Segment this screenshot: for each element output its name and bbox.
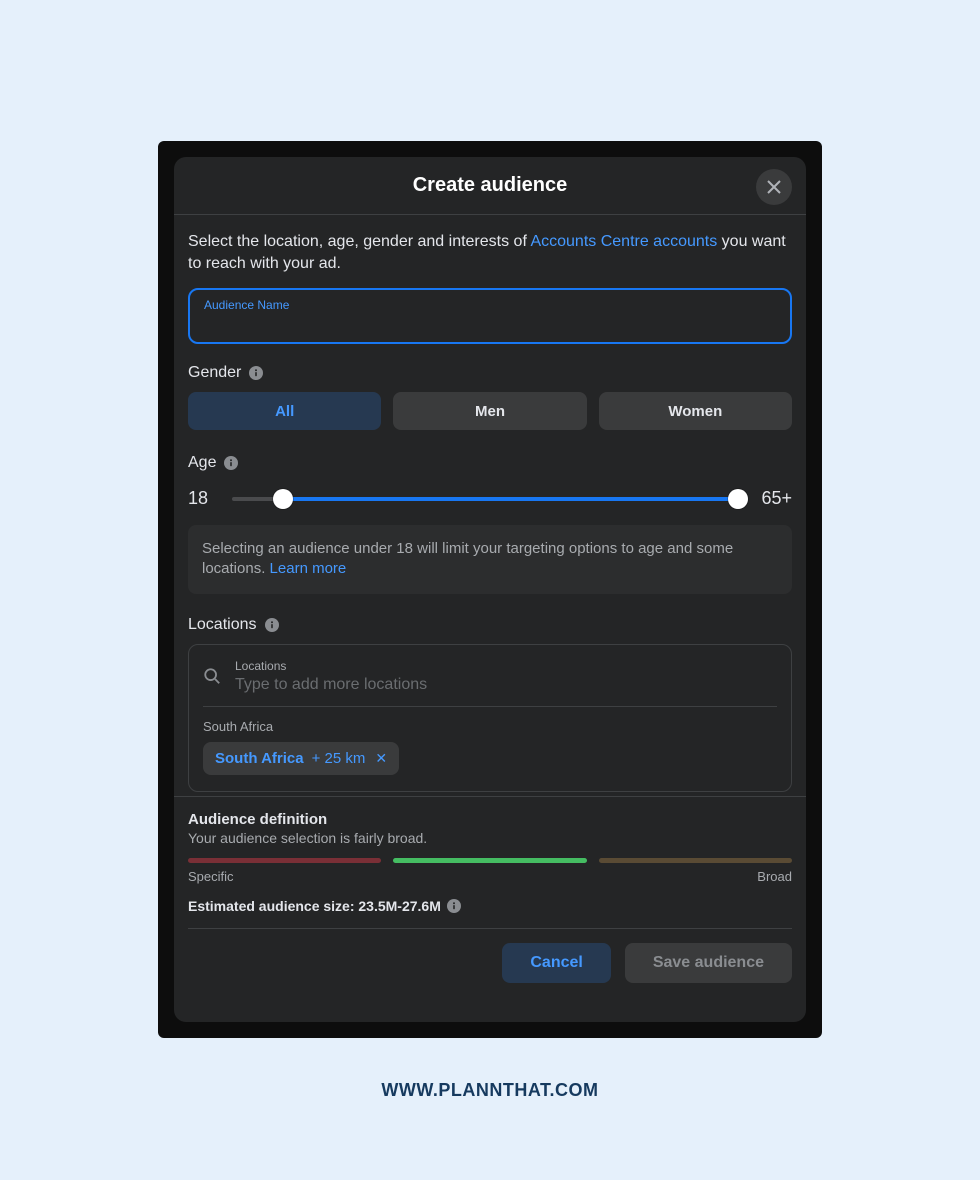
search-icon bbox=[203, 667, 221, 685]
age-range-slider[interactable] bbox=[232, 489, 745, 509]
accounts-centre-link[interactable]: Accounts Centre accounts bbox=[530, 233, 717, 250]
gender-label-row: Gender bbox=[188, 364, 792, 382]
locations-field-label: Locations bbox=[235, 659, 777, 673]
info-icon[interactable] bbox=[224, 456, 238, 470]
age-note: Selecting an audience under 18 will limi… bbox=[188, 525, 792, 594]
location-country-label: South Africa bbox=[203, 719, 777, 734]
location-chip: South Africa + 25 km ✕ bbox=[203, 742, 399, 775]
audience-name-input[interactable] bbox=[204, 312, 776, 331]
learn-more-link[interactable]: Learn more bbox=[270, 560, 347, 577]
locations-search-row: Locations bbox=[203, 655, 777, 707]
bar-specific bbox=[188, 858, 381, 863]
estimated-size-text: Estimated audience size: 23.5M-27.6M bbox=[188, 898, 441, 914]
age-label-row: Age bbox=[188, 454, 792, 472]
age-slider-row: 18 65+ bbox=[188, 488, 792, 509]
definition-bars bbox=[188, 858, 792, 863]
slider-thumb-min[interactable] bbox=[273, 489, 293, 509]
slider-thumb-max[interactable] bbox=[728, 489, 748, 509]
gender-segmented: All Men Women bbox=[188, 392, 792, 430]
modal-title: Create audience bbox=[413, 174, 568, 197]
label-specific: Specific bbox=[188, 869, 234, 884]
audience-name-field[interactable]: Audience Name bbox=[188, 288, 792, 344]
desc-pre: Select the location, age, gender and int… bbox=[188, 233, 530, 250]
close-button[interactable] bbox=[756, 169, 792, 205]
bar-broad bbox=[599, 858, 792, 863]
locations-label-row: Locations bbox=[188, 616, 792, 634]
label-broad: Broad bbox=[757, 869, 792, 884]
gender-all-button[interactable]: All bbox=[188, 392, 381, 430]
info-icon[interactable] bbox=[249, 366, 263, 380]
locations-box: Locations South Africa South Africa + 25… bbox=[188, 644, 792, 792]
chip-remove-button[interactable]: ✕ bbox=[375, 750, 387, 767]
age-min-value: 18 bbox=[188, 488, 216, 509]
gender-men-button[interactable]: Men bbox=[393, 392, 586, 430]
modal-body: Select the location, age, gender and int… bbox=[174, 215, 806, 796]
chip-radius: + 25 km bbox=[312, 750, 366, 767]
create-audience-modal: Create audience Select the location, age… bbox=[174, 157, 806, 1022]
cancel-button[interactable]: Cancel bbox=[502, 943, 610, 983]
locations-label: Locations bbox=[188, 616, 257, 634]
age-max-value: 65+ bbox=[761, 488, 792, 509]
close-icon bbox=[766, 179, 782, 195]
modal-header: Create audience bbox=[174, 157, 806, 215]
estimated-size: Estimated audience size: 23.5M-27.6M bbox=[188, 898, 792, 914]
locations-input-col: Locations bbox=[235, 659, 777, 694]
save-audience-button[interactable]: Save audience bbox=[625, 943, 792, 983]
screenshot-frame: Create audience Select the location, age… bbox=[158, 141, 822, 1038]
gender-label: Gender bbox=[188, 364, 241, 382]
modal-description: Select the location, age, gender and int… bbox=[188, 231, 792, 274]
slider-fill bbox=[283, 497, 737, 501]
button-row: Cancel Save audience bbox=[188, 928, 792, 983]
modal-footer: Audience definition Your audience select… bbox=[174, 796, 806, 999]
audience-name-label: Audience Name bbox=[204, 298, 776, 312]
locations-input[interactable] bbox=[235, 673, 777, 694]
gender-women-button[interactable]: Women bbox=[599, 392, 792, 430]
bar-mid bbox=[393, 858, 586, 863]
age-label: Age bbox=[188, 454, 216, 472]
audience-definition-heading: Audience definition bbox=[188, 811, 792, 828]
info-icon[interactable] bbox=[265, 618, 279, 632]
audience-definition-sub: Your audience selection is fairly broad. bbox=[188, 830, 792, 846]
chip-name: South Africa bbox=[215, 750, 304, 767]
watermark: WWW.PLANNTHAT.COM bbox=[0, 1080, 980, 1101]
definition-bar-labels: Specific Broad bbox=[188, 869, 792, 884]
info-icon[interactable] bbox=[447, 899, 461, 913]
